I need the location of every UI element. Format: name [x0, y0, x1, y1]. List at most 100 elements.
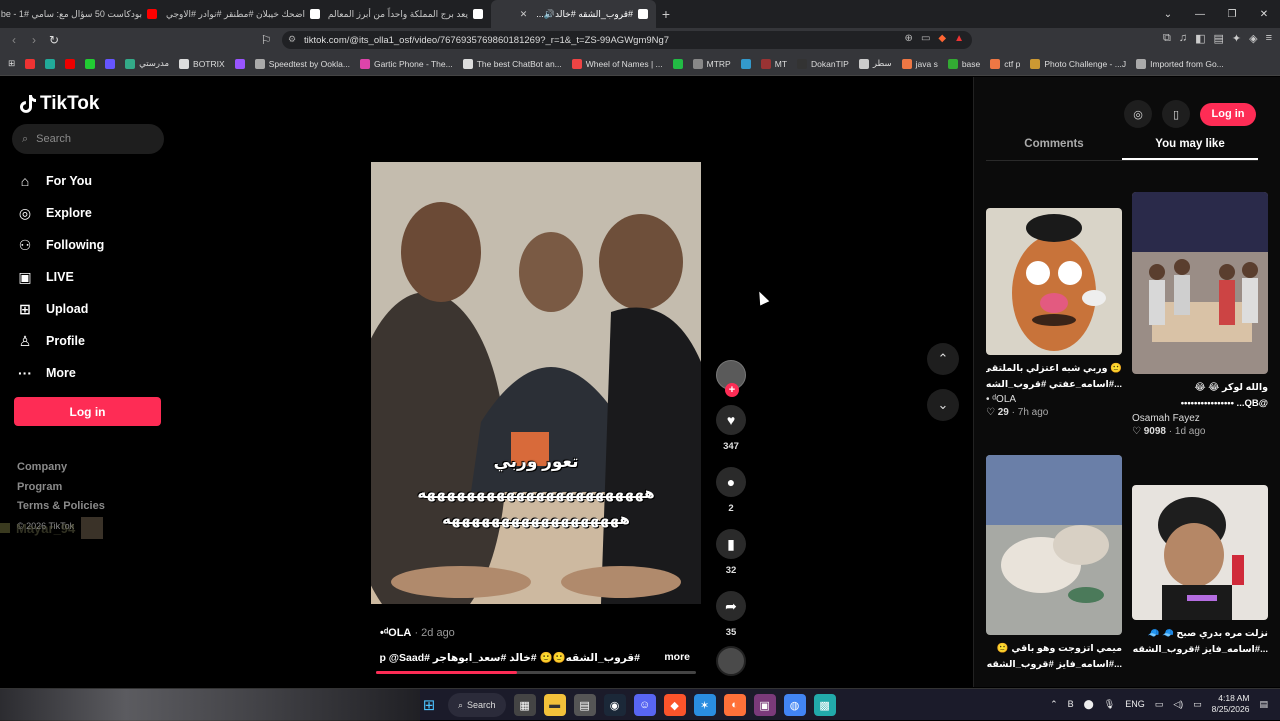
chrome-icon[interactable]: ◍	[783, 694, 806, 716]
brave-icon[interactable]: ◆	[663, 694, 686, 716]
tray-app-icon[interactable]: B	[1068, 699, 1074, 709]
video-author[interactable]: •ᵈOLA	[380, 627, 411, 639]
input-language[interactable]: ENG	[1125, 699, 1145, 709]
video-progress-bar[interactable]	[376, 671, 696, 674]
sidebar-item-following[interactable]: ⚇ Following	[16, 229, 105, 261]
card-author[interactable]: • ᵈOLA	[986, 394, 1122, 405]
bookmark-item[interactable]: Imported from Go...	[1136, 58, 1224, 69]
start-icon[interactable]: ⊞	[418, 694, 440, 716]
bookmark-item[interactable]	[45, 58, 56, 69]
previous-video-button[interactable]: ⌃	[927, 343, 959, 375]
music-disc-icon[interactable]	[716, 646, 746, 676]
browser-tab[interactable]: اضحك خيبلان #مطنقر #نوادر #الاوجي	[165, 0, 328, 28]
follow-plus-icon[interactable]: +	[725, 383, 739, 397]
menu-icon[interactable]: ≡	[1266, 32, 1272, 45]
bookmark-item[interactable]	[25, 58, 36, 69]
site-info-icon[interactable]: ⚙	[288, 34, 298, 44]
app-icon[interactable]: ▩	[813, 694, 836, 716]
recommended-video-card[interactable]: نزلت مره بدري صبح 🧢 🧢 ...#اسامه_فايز #قر…	[1132, 485, 1268, 658]
tray-app-icon[interactable]: ⬤	[1084, 699, 1094, 710]
recommended-video-card[interactable]: ميمي اتزوجت وهو باقي 🙂 ...#اسامه_فايز #ق…	[986, 455, 1122, 673]
header-login-button[interactable]: Log in	[1200, 102, 1256, 126]
url-bar[interactable]: ⚙ tiktok.com/@its_olla1_osf/video/767693…	[282, 31, 972, 49]
bookmark-item[interactable]: سطر	[858, 58, 892, 69]
bookmark-item[interactable]: BOTRIX	[179, 58, 225, 69]
forward-button[interactable]: ›	[24, 33, 44, 47]
bookmark-item[interactable]: The best ChatBot an...	[462, 58, 562, 69]
sidebar-item-live[interactable]: ▣ LIVE	[16, 261, 104, 293]
wallet-icon[interactable]: ▤	[1213, 32, 1223, 45]
firefox-icon[interactable]: ◐	[723, 694, 746, 716]
tab-you-may-like[interactable]: You may like	[1122, 138, 1258, 160]
back-button[interactable]: ‹	[4, 33, 24, 47]
app-icon[interactable]: ▤	[573, 694, 596, 716]
file-explorer-icon[interactable]: ▬	[543, 694, 566, 716]
minimize-button[interactable]: —	[1184, 0, 1216, 28]
bookmark-item[interactable]: Speedtest by Ookla...	[254, 58, 350, 69]
bookmark-item[interactable]	[672, 58, 683, 69]
tiktok-logo[interactable]: TikTok	[18, 93, 99, 115]
vpn-icon[interactable]: ◈	[1249, 32, 1257, 45]
task-view-icon[interactable]: ▦	[513, 694, 536, 716]
bookmark-item[interactable]: ctf p	[990, 58, 1020, 69]
network-icon[interactable]: ▭	[1155, 699, 1164, 710]
cast-icon[interactable]: ▭	[921, 33, 930, 44]
battery-icon[interactable]: ▭	[1193, 699, 1202, 710]
search-input[interactable]: ⌕ Search	[12, 124, 164, 154]
bookmark-item[interactable]: مدرستي	[125, 58, 169, 69]
reload-button[interactable]: ↻	[44, 33, 64, 47]
brave-shield-icon[interactable]: ◆	[938, 33, 946, 44]
bookmark-item[interactable]	[234, 58, 245, 69]
bookmark-item[interactable]: MTRP	[692, 58, 731, 69]
share-icon[interactable]: ➦	[716, 591, 746, 621]
comment-icon[interactable]: ●	[716, 467, 746, 497]
close-tab-icon[interactable]: ✕	[520, 9, 528, 20]
bookmark-item[interactable]: java s	[901, 58, 938, 69]
discord-icon[interactable]: ☺	[633, 694, 656, 716]
sidebar-item-for-you[interactable]: ⌂ For You	[16, 165, 104, 197]
clock[interactable]: 4:18 AM 8/25/2026	[1212, 693, 1250, 715]
media-icon[interactable]: ♫	[1179, 32, 1187, 45]
sidebar-item-profile[interactable]: ♙ Profile	[16, 325, 104, 357]
tab-comments[interactable]: Comments	[986, 138, 1122, 160]
tray-overflow-icon[interactable]: ⌃	[1050, 699, 1058, 710]
next-video-button[interactable]: ⌄	[927, 389, 959, 421]
footer-company-link[interactable]: Company	[17, 458, 105, 478]
volume-icon[interactable]: ◁)	[1173, 699, 1183, 710]
video-player[interactable]: تعور وربي هههههههههههههههههههههههه ههههه…	[371, 162, 701, 604]
sidebar-item-more[interactable]: ··· More	[16, 357, 104, 389]
notifications-icon[interactable]: ▤	[1259, 699, 1268, 710]
app-icon[interactable]: ▣	[753, 694, 776, 716]
app-icon[interactable]: ✶	[693, 694, 716, 716]
bookmark-item[interactable]: base	[947, 58, 980, 69]
apps-icon[interactable]: ⊞	[8, 58, 15, 69]
bookmark-item[interactable]: Wheel of Names | ...	[571, 58, 663, 69]
extensions-icon[interactable]: ⧉	[1163, 32, 1171, 45]
zoom-icon[interactable]: ⊕	[905, 33, 913, 44]
bookmark-item[interactable]	[65, 58, 76, 69]
taskbar-search[interactable]: ⌕ Search	[448, 693, 506, 717]
bookmark-item[interactable]	[105, 58, 116, 69]
recommended-video-card[interactable]: 🙂 وربي شبه اعتزلي بالملتقى 🙂 ...#اسامه_ع…	[986, 208, 1122, 418]
rewards-icon[interactable]: ▲	[954, 33, 964, 44]
login-button[interactable]: Log in	[14, 397, 161, 426]
coins-icon[interactable]: ◎	[1124, 100, 1152, 128]
maximize-button[interactable]: ❐	[1216, 0, 1248, 28]
steam-icon[interactable]: ◉	[603, 694, 626, 716]
bookmark-item[interactable]	[740, 58, 751, 69]
ai-icon[interactable]: ✦	[1232, 32, 1241, 45]
bookmark-item[interactable]	[85, 58, 96, 69]
footer-terms-link[interactable]: Terms & Policies	[17, 497, 105, 517]
creator-avatar[interactable]: +	[716, 360, 746, 397]
more-link[interactable]: more	[664, 651, 690, 664]
bookmark-icon[interactable]: ⚐	[256, 33, 276, 47]
heart-icon[interactable]: ♥	[716, 405, 746, 435]
sidebar-item-explore[interactable]: ◎ Explore	[16, 197, 104, 229]
bookmark-save-icon[interactable]: ▮	[716, 529, 746, 559]
browser-tab-active[interactable]: #قروب_الشقه #خالد🔊... ✕	[491, 0, 656, 28]
bookmark-item[interactable]: Photo Challenge - ...J	[1030, 58, 1126, 69]
browser-tab[interactable]: يعد برج المملكة واحداً من أبرز المعالم ا…	[328, 0, 491, 28]
recommended-video-card[interactable]: والله لوكر 😂 😂 @QB... •••••••••••••••• O…	[1132, 192, 1268, 437]
sidebar-item-upload[interactable]: ⊞ Upload	[16, 293, 104, 325]
microphone-icon[interactable]: 🎙	[1104, 699, 1115, 710]
